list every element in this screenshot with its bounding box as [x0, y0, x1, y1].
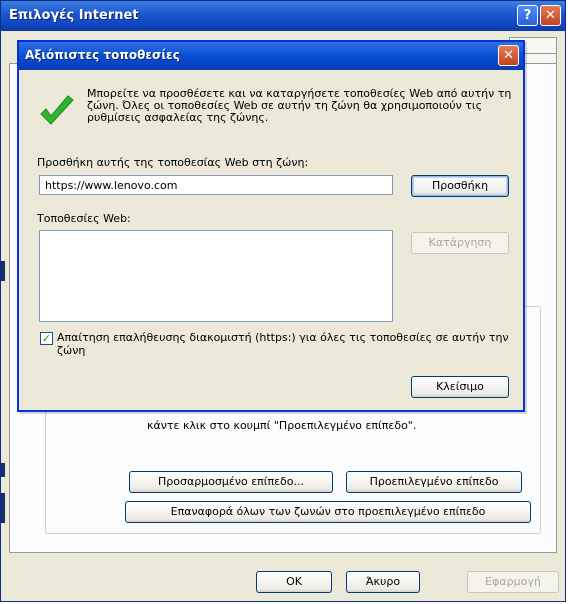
add-site-label: Προσθήκη αυτής της τοποθεσίας Web στη ζώ…: [37, 156, 309, 169]
add-button[interactable]: Προσθήκη: [411, 175, 509, 197]
truncated-control-marker: [1, 493, 5, 523]
apply-button[interactable]: Εφαρμογή: [467, 571, 559, 593]
reset-all-zones-button[interactable]: Επαναφορά όλων των ζωνών στο προεπιλεγμέ…: [125, 501, 531, 523]
custom-level-button[interactable]: Προσαρμοσμένο επίπεδο...: [129, 471, 333, 493]
security-level-description: κάντε κλικ στο κουμπί "Προεπιλεγμένο επί…: [147, 419, 417, 432]
dialog-close-icon[interactable]: ✕: [498, 45, 519, 66]
zone-info-text: Μπορείτε να προσθέσετε και να καταργήσετ…: [87, 87, 512, 124]
websites-label: Τοποθεσίες Web:: [37, 212, 131, 225]
cancel-button[interactable]: Άκυρο: [346, 571, 420, 593]
close-button[interactable]: ✕: [540, 5, 561, 26]
default-level-button[interactable]: Προεπιλεγμένο επίπεδο: [346, 471, 522, 493]
truncated-control-marker: [1, 463, 5, 477]
internet-options-title: Επιλογές Internet: [9, 8, 139, 23]
dialog-close-button[interactable]: Κλείσιμο: [411, 376, 509, 398]
checkmark-icon: [40, 95, 74, 125]
trusted-sites-title: Αξιόπιστες τοποθεσίες: [25, 48, 180, 62]
remove-button[interactable]: Κατάργηση: [411, 232, 509, 254]
require-https-label: Απαίτηση επαλήθευσης διακομιστή (https:)…: [57, 331, 509, 357]
help-button[interactable]: ?: [517, 5, 538, 26]
require-https-checkbox[interactable]: ✓: [40, 332, 53, 345]
ok-button[interactable]: OK: [256, 571, 332, 593]
internet-options-titlebar[interactable]: Επιλογές Internet ? ✕: [1, 1, 565, 31]
trusted-sites-dialog: Αξιόπιστες τοποθεσίες ✕ Μπορείτε να προσ…: [17, 40, 525, 412]
truncated-control-marker: [1, 261, 5, 281]
trusted-sites-titlebar[interactable]: Αξιόπιστες τοποθεσίες ✕: [19, 42, 523, 70]
add-site-input[interactable]: [39, 175, 393, 195]
websites-list[interactable]: [39, 230, 393, 322]
